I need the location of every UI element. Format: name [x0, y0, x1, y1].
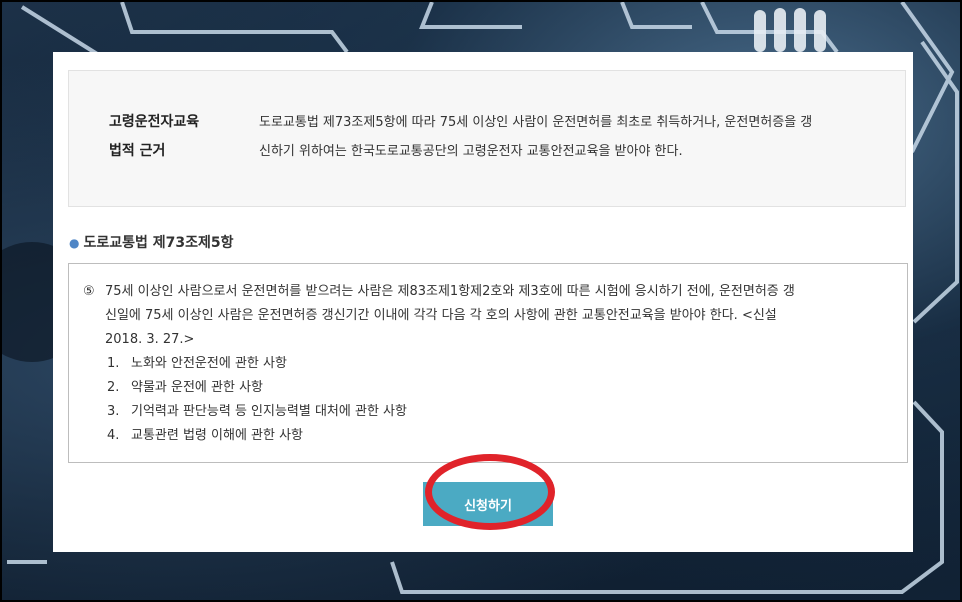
legal-basis-desc-line2: 신하기 위하여는 한국도로교통공단의 고령운전자 교통안전교육을 받아야 한다.: [259, 144, 683, 159]
legal-basis-heading-line2: 법적 근거: [109, 143, 166, 159]
legal-basis-box: 고령운전자교육 법적 근거 도로교통법 제73조제5항에 따라 75세 이상인 …: [68, 70, 906, 207]
legal-basis-desc-line1: 도로교통법 제73조제5항에 따라 75세 이상인 사람이 운전면허를 최초로 …: [259, 115, 813, 130]
law-item-list: 1. 노화와 안전운전에 관한 사항 2. 약물과 운전에 관한 사항 3. 기억력과…: [83, 352, 893, 448]
law-item-number: 1.: [107, 356, 120, 371]
law-paragraph-line3: 2018. 3. 27.>: [105, 332, 195, 347]
law-section-title: ● 도로교통법 제73조제5항: [69, 232, 234, 252]
law-item-text: 약물과 운전에 관한 사항: [131, 380, 263, 395]
law-item: 4. 교통관련 법령 이해에 관한 사항: [83, 424, 893, 448]
law-item: 1. 노화와 안전운전에 관한 사항: [83, 352, 893, 376]
legal-basis-heading: 고령운전자교육 법적 근거: [109, 108, 239, 166]
law-paragraph-line2: 신일에 75세 이상인 사람은 운전면허증 갱신기간 이내에 각각 다음 각 호…: [105, 308, 777, 323]
education-info-card: 고령운전자교육 법적 근거 도로교통법 제73조제5항에 따라 75세 이상인 …: [53, 52, 913, 552]
law-item: 2. 약물과 운전에 관한 사항: [83, 376, 893, 400]
law-item-text: 교통관련 법령 이해에 관한 사항: [131, 428, 304, 443]
law-text: ⑤ 75세 이상인 사람으로서 운전면허를 받으려는 사람은 제83조제1항제2…: [83, 280, 893, 448]
law-item-text: 노화와 안전운전에 관한 사항: [131, 356, 287, 371]
apply-button[interactable]: 신청하기: [423, 482, 553, 526]
paragraph-number: ⑤: [83, 284, 95, 299]
legal-basis-description: 도로교통법 제73조제5항에 따라 75세 이상인 사람이 운전면허를 최초로 …: [259, 108, 869, 166]
law-item: 3. 기억력과 판단능력 등 인지능력별 대처에 관한 사항: [83, 400, 893, 424]
law-paragraph-line1: 75세 이상인 사람으로서 운전면허를 받으려는 사람은 제83조제1항제2호와…: [105, 284, 795, 299]
law-item-number: 4.: [107, 428, 120, 443]
law-item-text: 기억력과 판단능력 등 인지능력별 대처에 관한 사항: [131, 404, 407, 419]
bullet-icon: ●: [69, 236, 80, 250]
legal-basis-heading-line1: 고령운전자교육: [109, 114, 200, 130]
screenshot-frame: 고령운전자교육 법적 근거 도로교통법 제73조제5항에 따라 75세 이상인 …: [0, 0, 962, 602]
law-section-title-text: 도로교통법 제73조제5항: [83, 235, 234, 251]
law-item-number: 2.: [107, 380, 120, 395]
law-text-box: ⑤ 75세 이상인 사람으로서 운전면허를 받으려는 사람은 제83조제1항제2…: [68, 263, 908, 463]
law-paragraph: ⑤ 75세 이상인 사람으로서 운전면허를 받으려는 사람은 제83조제1항제2…: [83, 280, 893, 352]
law-item-number: 3.: [107, 404, 120, 419]
